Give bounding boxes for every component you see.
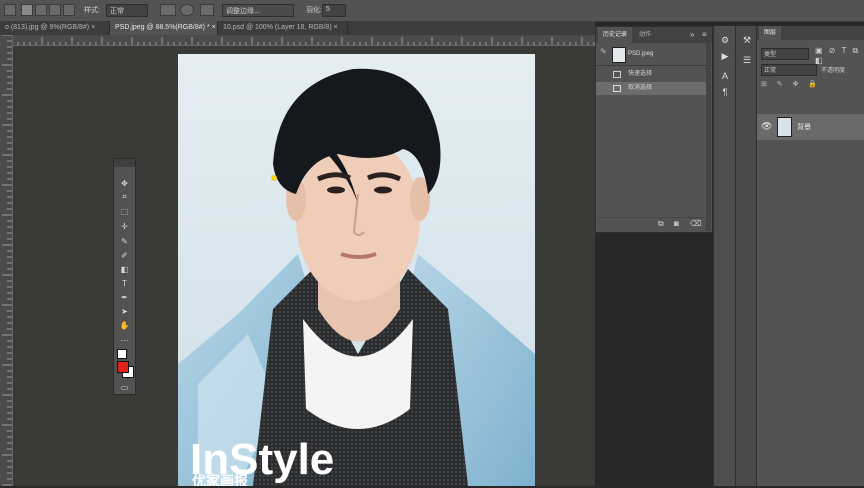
close-icon[interactable]: × <box>212 24 216 31</box>
layers-panel: 图层 类型 ▣ ⊘ T ⧉ ◧ 正常 不透明度 ⊞ ✎ ✥ 🔒 👁 背景 <box>756 26 864 486</box>
toolbox-header[interactable] <box>114 159 135 167</box>
location-icon[interactable] <box>160 4 176 16</box>
tab-label: PSD.jpeg @ 88.5%(RGB/8#) * <box>115 24 210 31</box>
panel-collapse-icon[interactable]: » <box>690 30 694 39</box>
foreground-color-swatch[interactable] <box>117 361 129 373</box>
style-select[interactable]: 正常 <box>106 4 148 17</box>
history-item-label: 快速选择 <box>628 71 653 77</box>
eraser-tool-icon[interactable]: ◧ <box>117 263 132 275</box>
opacity-label: 不透明度 <box>821 68 846 74</box>
panel-icon-strip: ⚙ ▶ A ¶ <box>713 26 736 486</box>
feather-input[interactable]: 5 <box>322 4 346 17</box>
more-tools-icon[interactable]: ⋯ <box>117 334 132 346</box>
history-item[interactable]: 快速选择 <box>596 68 706 81</box>
brush-tool-icon[interactable]: ✐ <box>117 249 132 261</box>
crop-tool-icon[interactable]: ⌗ <box>117 191 132 203</box>
paragraph-icon[interactable]: ¶ <box>718 86 732 98</box>
style-value: 正常 <box>110 8 124 15</box>
path-select-icon[interactable]: ➤ <box>117 305 132 317</box>
brush-source-icon[interactable]: ✎ <box>600 47 610 59</box>
properties-icon[interactable]: ☰ <box>740 54 754 66</box>
history-item-label: 取消选择 <box>628 85 653 91</box>
layer-name: 背景 <box>797 124 811 131</box>
tab-history[interactable]: 历史记录 <box>598 27 633 43</box>
blend-mode-value: 正常 <box>764 68 777 74</box>
tab-label: 10.psd @ 100% (Layer 18, RGB/8) <box>223 24 332 31</box>
tool-preset-icon[interactable] <box>4 4 16 16</box>
magazine-subtitle: 优家画报 <box>192 473 248 486</box>
screen-mode-icon[interactable]: ▭ <box>117 381 132 393</box>
character-icon[interactable]: A <box>718 70 732 82</box>
default-colors-icon[interactable] <box>117 349 127 359</box>
history-step-icon <box>613 85 621 92</box>
feather-label: 羽化: <box>306 7 322 14</box>
tab-doc-2[interactable]: PSD.jpeg @ 88.5%(RGB/8#) * × <box>110 21 218 35</box>
filter-label: 类型 <box>764 52 777 58</box>
history-panel: 历史记录 动作 » ≡ ✎ PSD.jpeg 快速选择 取消选择 ⧉ ◙ ⌫ <box>595 26 713 233</box>
tab-label: o (813).jpg @ 9%(RGB/8#) <box>5 24 90 31</box>
adjust-icon[interactable]: ⚒ <box>740 34 754 46</box>
camera-icon[interactable]: ◙ <box>674 219 679 228</box>
lock-icons[interactable]: ⊞ ✎ ✥ 🔒 <box>761 80 861 90</box>
vertical-ruler <box>0 34 13 486</box>
style-label: 样式: <box>84 7 100 14</box>
close-icon[interactable]: × <box>334 24 338 31</box>
tools-icon-strip: ⚒ ☰ <box>735 26 756 486</box>
options-bar: 样式: 正常 调整边缘... 羽化: 5 <box>0 0 864 22</box>
history-step-icon <box>613 71 621 78</box>
intersect-selection-icon[interactable] <box>63 4 75 16</box>
close-icon[interactable]: × <box>91 24 95 31</box>
tab-doc-3[interactable]: 10.psd @ 100% (Layer 18, RGB/8) × <box>218 21 348 35</box>
panel-menu-icon[interactable]: ≡ <box>702 30 707 39</box>
new-document-icon[interactable]: ⧉ <box>658 219 664 229</box>
refine-icon[interactable] <box>180 4 194 16</box>
tab-layers[interactable]: 图层 <box>759 26 782 40</box>
layers-panel-tabs: 图层 <box>757 26 864 40</box>
ruler-ticks <box>2 34 12 486</box>
play-icon[interactable]: ▶ <box>718 50 732 62</box>
layer-thumbnail <box>777 117 792 137</box>
history-panel-icon[interactable]: ⚙ <box>718 34 732 46</box>
snapshot-label: PSD.jpeg <box>628 51 654 57</box>
document-image[interactable]: InStyle 优家画报 <box>178 54 535 486</box>
move-tool-icon[interactable]: ✥ <box>117 177 132 189</box>
tab-doc-1[interactable]: o (813).jpg @ 9%(RGB/8#) × <box>0 21 110 35</box>
quick-select-icon[interactable]: ✎ <box>117 235 132 247</box>
new-selection-icon[interactable] <box>21 4 33 16</box>
ruler-ticks <box>11 37 595 45</box>
marquee-tool-icon[interactable]: ⬚ <box>117 205 132 217</box>
blend-mode-select[interactable]: 正常 <box>761 64 817 76</box>
refine-edge-button[interactable]: 调整边缘... <box>222 4 294 17</box>
history-panel-tabs: 历史记录 动作 » ≡ <box>596 27 712 43</box>
history-item[interactable]: 取消选择 <box>596 82 706 95</box>
snapshot-thumbnail[interactable] <box>612 47 626 63</box>
type-tool-icon[interactable]: T <box>117 277 132 289</box>
filter-icons[interactable]: ▣ ⊘ T ⧉ ◧ <box>815 46 864 65</box>
history-footer: ⧉ ◙ ⌫ <box>598 217 708 230</box>
divider <box>596 65 712 66</box>
layer-filter-select[interactable]: 类型 <box>761 48 809 60</box>
tools-panel: ✥ ⌗ ⬚ ✛ ✎ ✐ ◧ T ✒ ➤ ✋ ⋯ ▭ <box>113 158 136 395</box>
feather-value: 5 <box>326 6 330 13</box>
horizontal-ruler <box>11 35 595 46</box>
tab-actions[interactable]: 动作 <box>634 27 656 43</box>
hand-tool-icon[interactable]: ✋ <box>117 319 132 331</box>
history-scrollbar[interactable] <box>706 43 711 231</box>
portrait-photo: InStyle 优家画报 <box>178 54 535 486</box>
move-arrows-icon[interactable]: ✛ <box>117 220 132 232</box>
refine-edge-label: 调整边缘... <box>226 8 260 15</box>
pen-tool-icon[interactable]: ✒ <box>117 291 132 303</box>
eye-icon[interactable]: 👁 <box>761 121 772 132</box>
layer-row-background[interactable]: 👁 背景 <box>757 114 864 140</box>
document-tab-bar: o (813).jpg @ 9%(RGB/8#) × PSD.jpeg @ 88… <box>0 21 595 35</box>
add-selection-icon[interactable] <box>35 4 47 16</box>
trash-icon[interactable]: ⌫ <box>690 219 701 228</box>
subtract-selection-icon[interactable] <box>49 4 61 16</box>
sample-icon[interactable] <box>200 4 214 16</box>
